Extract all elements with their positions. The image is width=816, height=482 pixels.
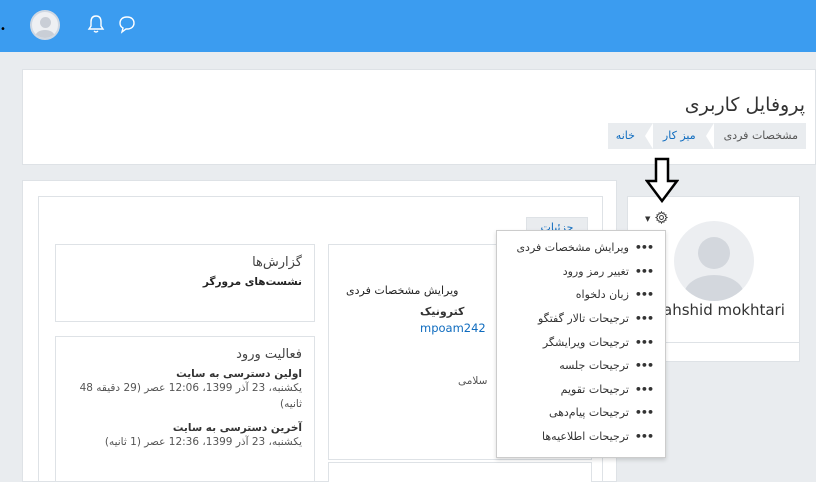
menu-item-preferred-language[interactable]: ••• زبان دلخواه — [497, 283, 665, 307]
menu-item-session-preferences[interactable]: ••• ترجیحات جلسه — [497, 354, 665, 378]
menu-item-label: ویرایش مشخصات فردی — [516, 241, 629, 255]
profile-avatar — [674, 221, 754, 301]
menu-item-label: ترجیحات پیام‌دهی — [548, 406, 629, 420]
email-label: کترونیک — [420, 305, 465, 318]
breadcrumb-profile: مشخصات فردی — [723, 129, 798, 142]
menu-item-notification-preferences[interactable]: ••• ترجیحات اطلاعیه‌ها — [497, 425, 665, 449]
annotation-arrow-down-icon — [645, 157, 679, 203]
email-value[interactable]: mpoam242 — [420, 321, 486, 335]
bullet-icon: ••• — [634, 241, 654, 255]
menu-item-calendar-preferences[interactable]: ••• ترجیحات تقویم — [497, 378, 665, 402]
menu-item-edit-profile[interactable]: ••• ویرایش مشخصات فردی — [497, 236, 665, 260]
bullet-icon: ••• — [634, 430, 654, 444]
menu-item-editor-preferences[interactable]: ••• ترجیحات ویرایشگر — [497, 330, 665, 354]
settings-menu-toggle[interactable]: ▼ — [645, 211, 675, 225]
breadcrumb-separator — [705, 123, 714, 149]
first-access-value: یکشنبه، 23 آذر 1399، 12:06 عصر (29 دقیقه… — [79, 382, 302, 410]
edit-profile-link[interactable]: ویرایش مشخصات فردی — [346, 284, 458, 297]
browser-sessions-link[interactable]: نشست‌های مرورگر — [68, 276, 302, 288]
bullet-icon: ••• — [634, 312, 654, 326]
login-activity-section: فعالیت ورود اولین دسترسی به سایت یکشنبه،… — [55, 336, 315, 482]
breadcrumb-home[interactable]: خانه — [608, 123, 643, 149]
menu-item-label: تغییر رمز ورود — [562, 264, 629, 278]
top-navbar: • — [0, 0, 816, 52]
first-access-label: اولین دسترسی به سایت — [176, 368, 302, 380]
chat-icon[interactable] — [117, 13, 137, 35]
last-access-label: آخرین دسترسی به سایت — [172, 422, 302, 434]
page-title: پروفایل کاربری — [684, 94, 805, 116]
page-header: پروفایل کاربری خانه میز کار مشخصات فردی — [22, 69, 816, 165]
profile-name: ahshid mokhtari — [663, 301, 785, 319]
last-access-value: یکشنبه، 23 آذر 1399، 12:36 عصر (1 ثانیه) — [104, 436, 302, 448]
bullet-icon: ••• — [634, 264, 654, 278]
reports-title: گزارش‌ها — [252, 255, 302, 270]
menu-item-label: ترجیحات اطلاعیه‌ها — [542, 430, 629, 444]
menu-item-label: زبان دلخواه — [575, 288, 629, 302]
caret-down-icon: ▼ — [645, 215, 651, 223]
menu-item-change-password[interactable]: ••• تغییر رمز ورود — [497, 260, 665, 284]
bell-icon[interactable] — [86, 13, 106, 35]
reports-section: گزارش‌ها نشست‌های مرورگر — [55, 244, 315, 322]
menu-item-label: ترجیحات تقویم — [560, 382, 629, 396]
menu-item-message-preferences[interactable]: ••• ترجیحات پیام‌دهی — [497, 401, 665, 425]
menu-item-label: ترجیحات تالار گفتگو — [537, 312, 629, 326]
settings-dropdown-menu: ••• ویرایش مشخصات فردی ••• تغییر رمز ورود … — [496, 230, 666, 458]
bullet-icon: ••• — [634, 406, 654, 420]
country-value: سلامی — [458, 375, 488, 387]
breadcrumb-separator — [644, 123, 653, 149]
bullet-icon: ••• — [634, 335, 654, 349]
gear-icon — [655, 211, 668, 224]
menu-item-forum-preferences[interactable]: ••• ترجیحات تالار گفتگو — [497, 307, 665, 331]
breadcrumb-dashboard[interactable]: میز کار — [655, 123, 704, 149]
bullet-icon: ••• — [634, 288, 654, 302]
menu-item-label: ترجیحات ویرایشگر — [542, 335, 629, 349]
login-activity-title: فعالیت ورود — [236, 347, 302, 362]
bullet-icon: ••• — [634, 382, 654, 396]
bullet-icon: ••• — [634, 359, 654, 373]
bottom-section — [328, 462, 592, 482]
user-avatar[interactable] — [30, 10, 60, 40]
breadcrumb: خانه میز کار مشخصات فردی — [607, 123, 806, 149]
nav-dot: • — [0, 24, 6, 35]
menu-item-label: ترجیحات جلسه — [559, 359, 629, 373]
